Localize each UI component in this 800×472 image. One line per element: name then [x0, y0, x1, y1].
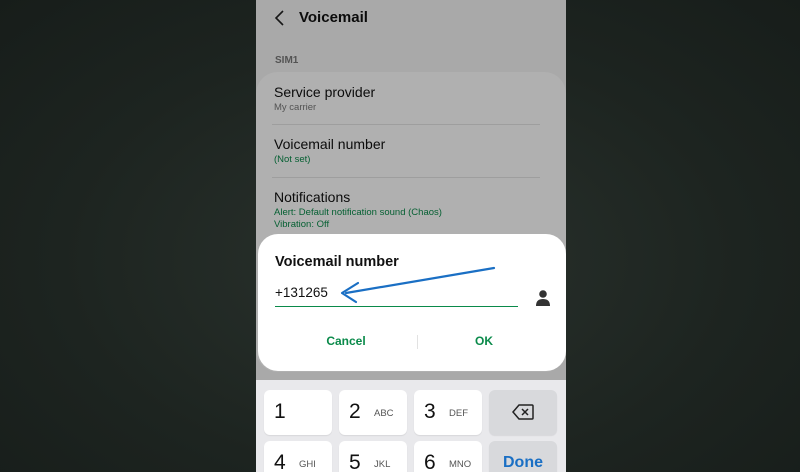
ok-button[interactable]: OK: [439, 334, 529, 348]
button-divider: [417, 335, 418, 349]
key-letters: MNO: [449, 459, 472, 470]
key-letters: JKL: [374, 459, 391, 470]
key-letters: ABC: [374, 408, 394, 419]
key-digit: 2: [349, 400, 361, 423]
key-digit: 4: [274, 451, 286, 472]
key-3[interactable]: 3 DEF: [414, 390, 482, 435]
backspace-key[interactable]: [489, 390, 557, 435]
done-label: Done: [503, 454, 543, 471]
backspace-icon: [512, 404, 534, 420]
dialog-title: Voicemail number: [275, 254, 399, 270]
numeric-keyboard: 1 2 ABC 3 DEF 4 GHI 5 JKL 6 MNO Done: [256, 380, 566, 472]
key-digit: 3: [424, 400, 436, 423]
key-digit: 6: [424, 451, 436, 472]
key-digit: 5: [349, 451, 361, 472]
key-2[interactable]: 2 ABC: [339, 390, 407, 435]
contact-person-icon[interactable]: [535, 289, 551, 307]
phone-screen: Voicemail SIM1 Service provider My carri…: [256, 0, 566, 472]
voicemail-number-input[interactable]: +131265: [275, 285, 518, 307]
key-1[interactable]: 1: [264, 390, 332, 435]
voicemail-number-dialog: Voicemail number +131265 Cancel OK: [258, 234, 566, 371]
key-5[interactable]: 5 JKL: [339, 441, 407, 472]
cancel-button[interactable]: Cancel: [301, 334, 391, 348]
key-letters: GHI: [299, 459, 316, 470]
key-6[interactable]: 6 MNO: [414, 441, 482, 472]
done-key[interactable]: Done: [489, 441, 557, 472]
key-4[interactable]: 4 GHI: [264, 441, 332, 472]
key-digit: 1: [274, 400, 286, 423]
key-letters: DEF: [449, 408, 468, 419]
